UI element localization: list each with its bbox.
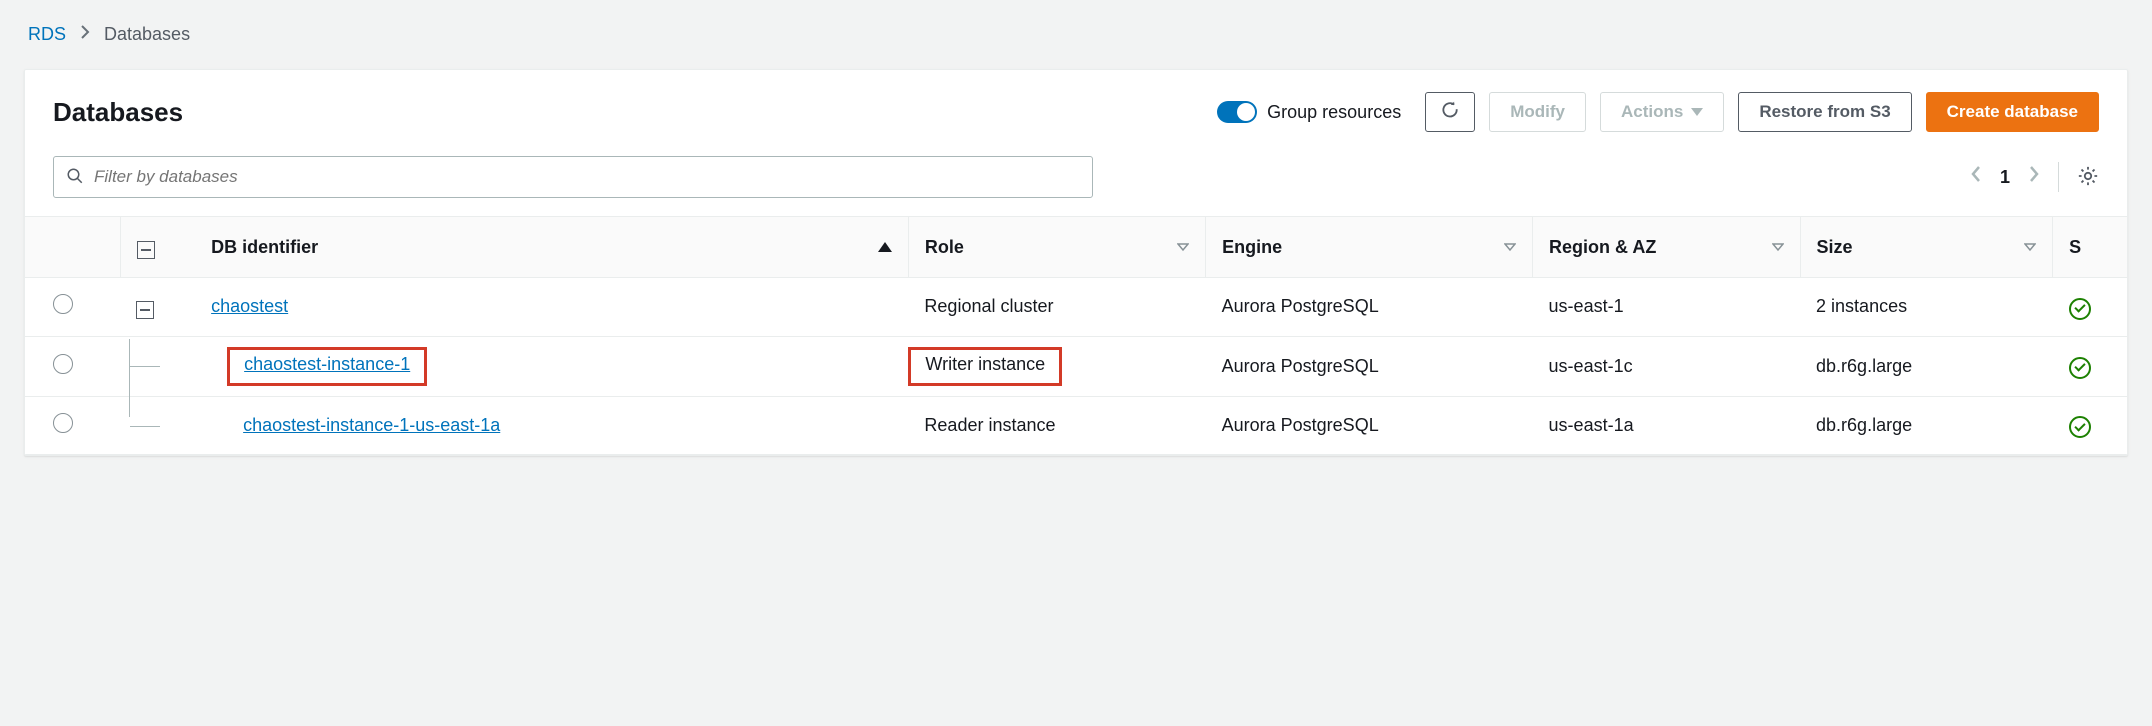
status-available-icon [2069, 298, 2091, 320]
tree-connector [129, 397, 160, 427]
row-radio[interactable] [53, 413, 73, 433]
status-available-icon [2069, 416, 2091, 438]
collapse-all-icon[interactable] [137, 241, 155, 259]
filter-row: 1 [25, 142, 2127, 216]
cell-role: Regional cluster [908, 278, 1205, 337]
caret-down-icon [1691, 108, 1703, 116]
highlight-box: chaostest-instance-1 [227, 347, 427, 386]
col-role[interactable]: Role [908, 217, 1205, 278]
cell-role: Reader instance [908, 396, 1205, 455]
filter-input[interactable] [94, 167, 1080, 187]
sort-asc-icon [878, 242, 892, 252]
cell-engine: Aurora PostgreSQL [1206, 336, 1533, 396]
sort-icon [1772, 241, 1784, 253]
cell-engine: Aurora PostgreSQL [1206, 278, 1533, 337]
refresh-icon [1440, 100, 1460, 125]
row-radio[interactable] [53, 354, 73, 374]
page-prev-button[interactable] [1970, 164, 1982, 190]
table-header-row: DB identifier Role Engine [25, 217, 2127, 278]
table-body: chaostest Regional cluster Aurora Postgr… [25, 278, 2127, 455]
search-icon [66, 167, 84, 188]
page-next-button[interactable] [2028, 164, 2040, 190]
col-engine[interactable]: Engine [1206, 217, 1533, 278]
table-row: chaostest-instance-1-us-east-1a Reader i… [25, 396, 2127, 455]
col-status-trunc[interactable]: S [2053, 217, 2127, 278]
tree-connector [129, 337, 160, 396]
cell-region: us-east-1 [1533, 278, 1800, 337]
breadcrumb-root-link[interactable]: RDS [28, 24, 66, 45]
cell-region: us-east-1c [1533, 336, 1800, 396]
breadcrumb: RDS Databases [28, 24, 2128, 45]
col-tree [120, 217, 195, 278]
sort-icon [1177, 241, 1189, 253]
refresh-button[interactable] [1425, 92, 1475, 132]
sort-icon [2024, 241, 2036, 253]
col-size[interactable]: Size [1800, 217, 2053, 278]
col-region-az-label: Region & AZ [1549, 237, 1656, 258]
databases-panel: Databases Group resources Modify Actions… [24, 69, 2128, 456]
restore-from-s3-button[interactable]: Restore from S3 [1738, 92, 1911, 132]
group-resources-toggle-wrap: Group resources [1217, 101, 1401, 123]
chevron-right-icon [80, 24, 90, 45]
databases-table: DB identifier Role Engine [25, 216, 2127, 455]
db-identifier-link[interactable]: chaostest [211, 296, 288, 316]
col-select [25, 217, 120, 278]
cell-size: 2 instances [1800, 278, 2053, 337]
db-identifier-link[interactable]: chaostest-instance-1-us-east-1a [243, 415, 500, 436]
breadcrumb-current: Databases [104, 24, 190, 45]
actions-label: Actions [1621, 102, 1683, 122]
col-db-identifier-label: DB identifier [211, 237, 318, 258]
cell-size: db.r6g.large [1800, 336, 2053, 396]
status-available-icon [2069, 357, 2091, 379]
col-db-identifier[interactable]: DB identifier [195, 217, 908, 278]
db-identifier-link[interactable]: chaostest-instance-1 [244, 354, 410, 374]
create-database-button[interactable]: Create database [1926, 92, 2099, 132]
actions-button[interactable]: Actions [1600, 92, 1724, 132]
divider [2058, 162, 2059, 192]
cell-engine: Aurora PostgreSQL [1206, 396, 1533, 455]
col-role-label: Role [925, 237, 964, 258]
cell-role: Writer instance [925, 354, 1045, 374]
modify-button[interactable]: Modify [1489, 92, 1586, 132]
page-title: Databases [53, 97, 183, 128]
gear-icon[interactable] [2077, 165, 2099, 190]
row-radio[interactable] [53, 294, 73, 314]
table-row: chaostest-instance-1 Writer instance Aur… [25, 336, 2127, 396]
panel-header: Databases Group resources Modify Actions… [25, 70, 2127, 142]
col-size-label: Size [1817, 237, 1853, 258]
cell-size: db.r6g.large [1800, 396, 2053, 455]
cell-region: us-east-1a [1533, 396, 1800, 455]
col-status-label: S [2069, 237, 2081, 257]
pagination: 1 [1970, 162, 2099, 192]
col-region-az[interactable]: Region & AZ [1533, 217, 1800, 278]
group-resources-label: Group resources [1267, 102, 1401, 123]
col-engine-label: Engine [1222, 237, 1282, 258]
collapse-icon[interactable] [136, 301, 154, 319]
sort-icon [1504, 241, 1516, 253]
table-row: chaostest Regional cluster Aurora Postgr… [25, 278, 2127, 337]
filter-input-wrap [53, 156, 1093, 198]
highlight-box: Writer instance [908, 347, 1062, 386]
group-resources-toggle[interactable] [1217, 101, 1257, 123]
page-number: 1 [2000, 167, 2010, 188]
